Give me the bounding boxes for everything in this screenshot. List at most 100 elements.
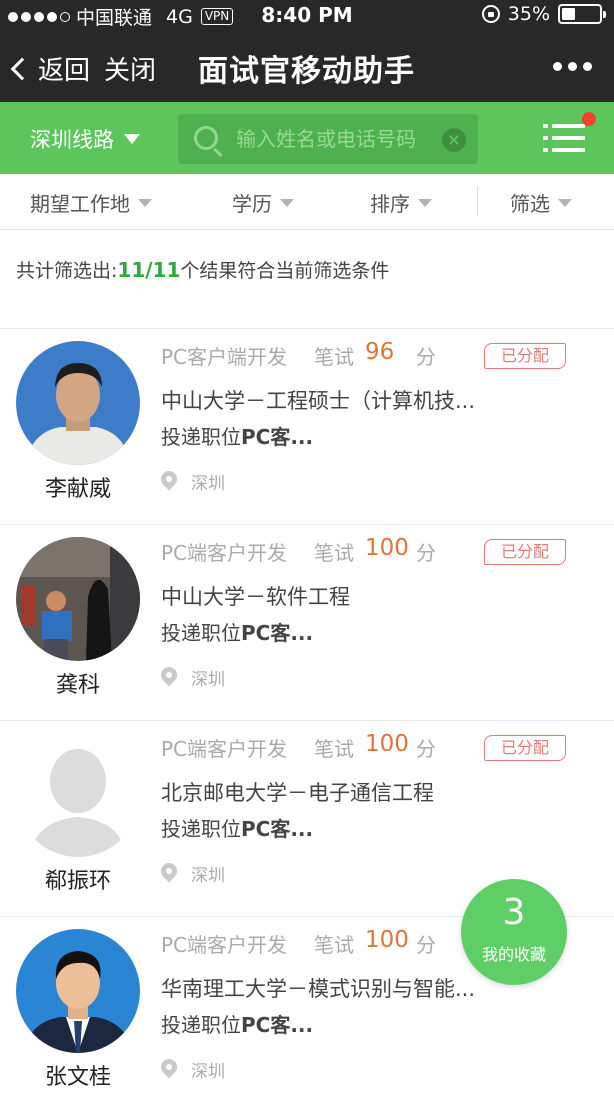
- candidate-position: PC端客户开发: [161, 737, 288, 761]
- search-box[interactable]: ×: [178, 114, 478, 164]
- dropdown-arrow-icon: [138, 198, 152, 207]
- filter-education[interactable]: 学历: [232, 188, 294, 217]
- candidate-name: 李献威: [44, 477, 111, 502]
- search-input[interactable]: [236, 122, 436, 156]
- location-label: 深圳: [191, 1062, 225, 1082]
- favorites-button[interactable]: 3 我的收藏: [461, 879, 567, 985]
- nav-bar: 返回 关闭 面试官移动助手: [0, 30, 614, 102]
- exam-score: 100: [365, 731, 409, 757]
- favorites-label: 我的收藏: [481, 945, 546, 964]
- battery-icon: [558, 4, 606, 24]
- candidate-name: 张文桂: [44, 1065, 111, 1090]
- notification-dot: [582, 112, 596, 126]
- applied-job-title: PC客...: [241, 1013, 314, 1037]
- candidate-location: 深圳: [161, 861, 225, 886]
- filter-bar: 期望工作地 学历 排序 筛选: [0, 174, 614, 230]
- exam-label: 笔试: [314, 541, 354, 565]
- location-pin-icon: [161, 1059, 177, 1081]
- search-toolbar: 深圳线路 ×: [0, 102, 614, 174]
- chevron-left-icon: [10, 57, 34, 80]
- applied-job-title: PC客...: [241, 425, 314, 449]
- candidate-position: PC端客户开发: [161, 933, 288, 957]
- candidate-school: 华南理工大学－模式识别与智能...: [161, 977, 476, 1001]
- applied-job: 投递职位PC客...: [161, 617, 313, 646]
- score-unit: 分: [416, 345, 436, 369]
- close-button[interactable]: 关闭: [104, 50, 156, 87]
- filter-location[interactable]: 期望工作地: [30, 188, 152, 217]
- dropdown-arrow-icon: [280, 198, 294, 207]
- dropdown-arrow-icon: [418, 198, 432, 207]
- status-bar: 中国联通 4G VPN 8:40 PM 35%: [0, 0, 614, 30]
- status-right: 35%: [481, 3, 606, 25]
- location-label: 深圳: [191, 670, 225, 690]
- applied-job: 投递职位PC客...: [161, 813, 313, 842]
- applied-prefix: 投递职位: [161, 1013, 241, 1037]
- score-unit: 分: [416, 737, 436, 761]
- status-badge: 已分配: [484, 539, 566, 565]
- filter-label: 学历: [232, 192, 272, 216]
- result-count: 11/11: [117, 258, 181, 282]
- filter-sort[interactable]: 排序: [370, 188, 432, 217]
- divider: [477, 186, 478, 216]
- applied-prefix: 投递职位: [161, 817, 241, 841]
- applied-job-title: PC客...: [241, 817, 314, 841]
- result-summary: 共计筛选出:11/11个结果符合当前筛选条件: [16, 256, 389, 283]
- score-unit: 分: [416, 541, 436, 565]
- exam-label: 笔试: [314, 933, 354, 957]
- applied-job: 投递职位PC客...: [161, 1009, 313, 1038]
- search-icon: [194, 126, 218, 150]
- page-title: 面试官移动助手: [198, 54, 415, 89]
- location-pin-icon: [161, 667, 177, 689]
- filter-screen[interactable]: 筛选: [510, 188, 572, 217]
- candidate-school: 北京邮电大学－电子通信工程: [161, 781, 434, 805]
- candidate-name: 龚科: [55, 673, 100, 698]
- location-pin-icon: [161, 471, 177, 493]
- clear-icon[interactable]: ×: [442, 128, 466, 152]
- applied-job-title: PC客...: [241, 621, 314, 645]
- status-badge: 已分配: [484, 343, 566, 369]
- rotation-lock-icon: [481, 5, 500, 23]
- route-label: 深圳线路: [30, 128, 114, 152]
- summary-suffix: 个结果符合当前筛选条件: [180, 260, 390, 282]
- candidate-location: 深圳: [161, 1057, 225, 1082]
- exam-score: 96: [365, 339, 395, 365]
- exam-label: 笔试: [314, 345, 354, 369]
- candidate-card[interactable]: 李献威 PC客户端开发 笔试 96 分 已分配 中山大学－工程硕士（计算机技..…: [0, 328, 614, 524]
- applied-prefix: 投递职位: [161, 621, 241, 645]
- exam-score: 100: [365, 535, 409, 561]
- dropdown-arrow-icon: [124, 134, 140, 144]
- filter-label: 筛选: [510, 192, 550, 216]
- candidate-location: 深圳: [161, 665, 225, 690]
- avatar: [16, 929, 140, 1053]
- candidate-school: 中山大学－工程硕士（计算机技...: [161, 389, 476, 413]
- status-badge: 已分配: [484, 735, 566, 761]
- applied-prefix: 投递职位: [161, 425, 241, 449]
- score-unit: 分: [416, 933, 436, 957]
- avatar: [16, 341, 140, 465]
- battery-percent: 35%: [507, 3, 550, 25]
- exam-score: 100: [365, 927, 409, 953]
- dropdown-arrow-icon: [558, 198, 572, 207]
- favorites-count: 3: [502, 892, 526, 933]
- filter-label: 期望工作地: [30, 192, 130, 216]
- back-button[interactable]: 返回: [10, 50, 91, 87]
- filter-label: 排序: [370, 192, 410, 216]
- exam-label: 笔试: [314, 737, 354, 761]
- location-label: 深圳: [191, 474, 225, 494]
- more-options-icon[interactable]: [553, 62, 592, 71]
- location-label: 深圳: [191, 866, 225, 886]
- back-label: 返回: [38, 56, 91, 86]
- summary-prefix: 共计筛选出:: [16, 260, 118, 282]
- avatar: [16, 537, 140, 661]
- location-pin-icon: [161, 863, 177, 885]
- applied-job: 投递职位PC客...: [161, 421, 313, 450]
- candidate-location: 深圳: [161, 469, 225, 494]
- avatar: [16, 733, 140, 857]
- candidate-position: PC端客户开发: [161, 541, 288, 565]
- candidate-position: PC客户端开发: [161, 345, 288, 369]
- candidate-school: 中山大学－软件工程: [161, 585, 350, 609]
- route-selector[interactable]: 深圳线路: [30, 124, 140, 154]
- candidate-name: 郗振环: [44, 869, 111, 894]
- candidate-card[interactable]: 龚科 PC端客户开发 笔试 100 分 已分配 中山大学－软件工程 投递职位PC…: [0, 524, 614, 720]
- list-menu-icon[interactable]: [543, 124, 585, 152]
